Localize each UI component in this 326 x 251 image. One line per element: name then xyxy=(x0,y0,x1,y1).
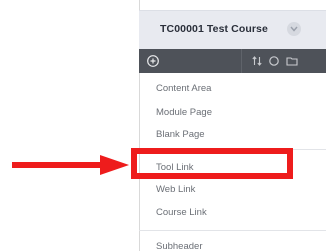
annotation-arrow-icon xyxy=(12,155,129,175)
folder-icon[interactable] xyxy=(285,54,299,68)
toolbar-divider xyxy=(241,49,242,73)
menu-item-web-link[interactable]: Web Link xyxy=(156,184,195,195)
menu-item-subheader[interactable]: Subheader xyxy=(156,241,202,251)
refresh-icon[interactable] xyxy=(267,54,281,68)
annotation-highlight-box xyxy=(131,148,293,179)
menu-item-course-link[interactable]: Course Link xyxy=(156,207,207,218)
add-circle-icon[interactable] xyxy=(146,54,160,68)
menu-item-blank-page[interactable]: Blank Page xyxy=(156,129,205,140)
course-title: TC00001 Test Course xyxy=(160,23,268,35)
course-header[interactable]: TC00001 Test Course xyxy=(139,10,326,50)
chevron-down-icon[interactable] xyxy=(287,22,301,36)
menu-item-module-page[interactable]: Module Page xyxy=(156,107,212,118)
screen: TC00001 Test Course Content Area Module … xyxy=(0,0,326,251)
reorder-icon[interactable] xyxy=(250,54,264,68)
course-menu-toolbar xyxy=(139,49,326,73)
menu-divider xyxy=(139,230,326,231)
menu-item-content-area[interactable]: Content Area xyxy=(156,83,211,94)
